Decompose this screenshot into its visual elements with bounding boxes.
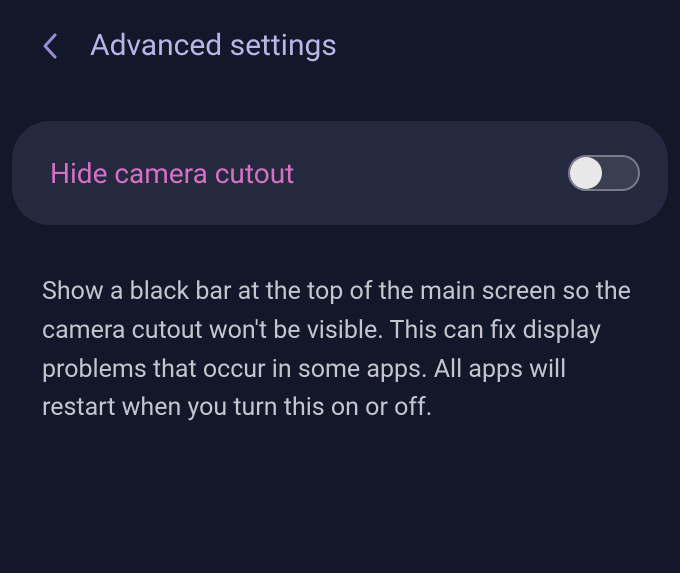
setting-description: Show a black bar at the top of the main …	[0, 225, 680, 428]
setting-title: Hide camera cutout	[50, 157, 294, 190]
toggle-knob	[570, 157, 602, 189]
page-title: Advanced settings	[90, 28, 337, 63]
back-icon[interactable]	[38, 34, 62, 58]
toggle-switch[interactable]	[568, 155, 640, 191]
setting-card[interactable]: Hide camera cutout	[12, 121, 668, 225]
header: Advanced settings	[0, 0, 680, 95]
